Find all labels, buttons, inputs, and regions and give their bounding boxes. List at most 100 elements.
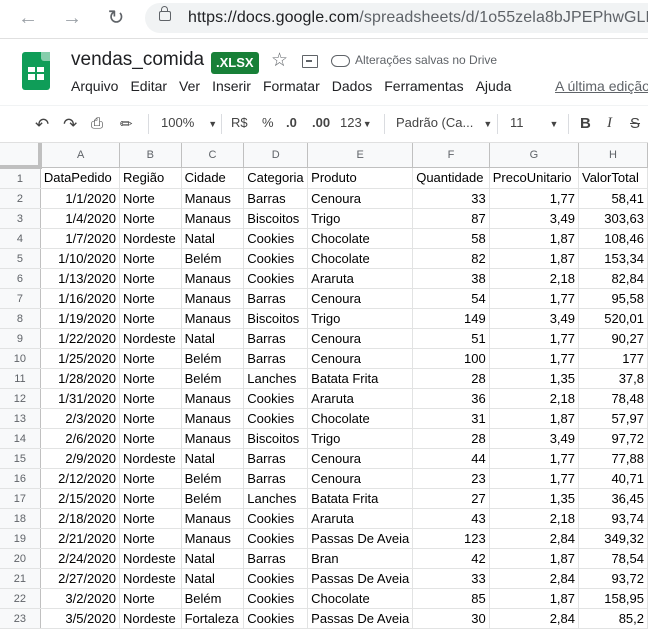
cell[interactable]: 2/27/2020 xyxy=(40,568,120,589)
cell[interactable]: Norte xyxy=(119,368,182,389)
cell[interactable]: Chocolate xyxy=(307,408,414,429)
cell[interactable]: 82 xyxy=(412,248,490,269)
cell[interactable]: Produto xyxy=(307,167,414,189)
cell[interactable]: 303,63 xyxy=(578,208,648,229)
cell[interactable]: 2/3/2020 xyxy=(40,408,120,429)
cell[interactable]: Belém xyxy=(181,368,245,389)
cell[interactable]: Passas De Aveia xyxy=(307,608,414,629)
cell[interactable]: Manaus xyxy=(181,408,245,429)
menu-item-arquivo[interactable]: Arquivo xyxy=(71,78,118,94)
cell[interactable]: Nordeste xyxy=(119,548,182,569)
cell[interactable]: 177 xyxy=(578,348,648,369)
cell[interactable]: Norte xyxy=(119,428,182,449)
cell[interactable]: 82,84 xyxy=(578,268,648,289)
cell[interactable]: 2,18 xyxy=(489,268,580,289)
cell[interactable]: 93,72 xyxy=(578,568,648,589)
menu-item-dados[interactable]: Dados xyxy=(332,78,372,94)
cell[interactable]: Biscoitos xyxy=(243,208,309,229)
cell[interactable]: 520,01 xyxy=(578,308,648,329)
undo-icon[interactable]: ↶ xyxy=(35,115,49,135)
cell[interactable]: 85,2 xyxy=(578,608,648,629)
cell[interactable]: 37,8 xyxy=(578,368,648,389)
sheets-logo-icon[interactable] xyxy=(22,52,50,90)
row-header[interactable]: 20 xyxy=(0,548,41,569)
bold-button[interactable]: B xyxy=(580,115,591,132)
cell[interactable]: 58 xyxy=(412,228,490,249)
cell[interactable]: 2/21/2020 xyxy=(40,528,120,549)
cell[interactable]: Passas De Aveia xyxy=(307,528,414,549)
cell[interactable]: 1/31/2020 xyxy=(40,388,120,409)
cell[interactable]: Norte xyxy=(119,188,182,209)
cell[interactable]: 1/22/2020 xyxy=(40,328,120,349)
row-header[interactable]: 12 xyxy=(0,388,41,409)
cell[interactable]: Barras xyxy=(243,288,309,309)
cell[interactable]: Natal xyxy=(181,448,245,469)
cell[interactable]: 2,84 xyxy=(489,608,580,629)
cell[interactable]: Barras xyxy=(243,328,309,349)
row-header[interactable]: 6 xyxy=(0,268,41,289)
cell[interactable]: Categoria xyxy=(243,167,309,189)
cell[interactable]: Nordeste xyxy=(119,448,182,469)
zoom-select[interactable]: 100% ▼ xyxy=(161,115,217,130)
cell[interactable]: Cenoura xyxy=(307,288,414,309)
cell[interactable]: Barras xyxy=(243,468,309,489)
cell[interactable]: 100 xyxy=(412,348,490,369)
cell[interactable]: Bran xyxy=(307,548,414,569)
percent-format-button[interactable]: % xyxy=(262,115,274,130)
cell[interactable]: Biscoitos xyxy=(243,428,309,449)
cell[interactable]: 2,84 xyxy=(489,568,580,589)
menu-item-ferramentas[interactable]: Ferramentas xyxy=(384,78,463,94)
menu-item-ver[interactable]: Ver xyxy=(179,78,200,94)
cell[interactable]: Natal xyxy=(181,548,245,569)
cell[interactable]: 3,49 xyxy=(489,308,580,329)
cell[interactable]: 97,72 xyxy=(578,428,648,449)
cell[interactable]: Norte xyxy=(119,308,182,329)
more-formats-select[interactable]: 123▼ xyxy=(340,115,372,130)
cell[interactable]: PrecoUnitario xyxy=(489,167,580,189)
cell[interactable]: 1/25/2020 xyxy=(40,348,120,369)
row-header[interactable]: 17 xyxy=(0,488,41,509)
cell[interactable]: 3,49 xyxy=(489,208,580,229)
cell[interactable]: 33 xyxy=(412,568,490,589)
cell[interactable]: Manaus xyxy=(181,308,245,329)
cell[interactable]: 2/15/2020 xyxy=(40,488,120,509)
cell[interactable]: 1,35 xyxy=(489,488,580,509)
row-header[interactable]: 18 xyxy=(0,508,41,529)
cell[interactable]: Nordeste xyxy=(119,568,182,589)
cell[interactable]: Norte xyxy=(119,208,182,229)
cell[interactable]: Belém xyxy=(181,588,245,609)
cell[interactable]: 36 xyxy=(412,388,490,409)
menu-item-formatar[interactable]: Formatar xyxy=(263,78,320,94)
cell[interactable]: Batata Frita xyxy=(307,488,414,509)
cell[interactable]: Barras xyxy=(243,548,309,569)
cell[interactable]: Nordeste xyxy=(119,228,182,249)
row-header[interactable]: 15 xyxy=(0,448,41,469)
cell[interactable]: 2/9/2020 xyxy=(40,448,120,469)
cell[interactable]: 153,34 xyxy=(578,248,648,269)
cell[interactable]: 1/7/2020 xyxy=(40,228,120,249)
row-header[interactable]: 11 xyxy=(0,368,41,389)
cell[interactable]: 1,87 xyxy=(489,548,580,569)
row-header[interactable]: 13 xyxy=(0,408,41,429)
cell[interactable]: Cookies xyxy=(243,608,309,629)
column-header[interactable]: C xyxy=(181,143,245,168)
row-header[interactable]: 21 xyxy=(0,568,41,589)
cell[interactable]: Natal xyxy=(181,328,245,349)
cell[interactable]: 1,87 xyxy=(489,228,580,249)
cell[interactable]: 3/2/2020 xyxy=(40,588,120,609)
row-header[interactable]: 19 xyxy=(0,528,41,549)
cell[interactable]: Chocolate xyxy=(307,588,414,609)
cell[interactable]: 1/19/2020 xyxy=(40,308,120,329)
cell[interactable]: Norte xyxy=(119,288,182,309)
cell[interactable]: Cookies xyxy=(243,228,309,249)
cell[interactable]: Araruta xyxy=(307,508,414,529)
address-bar[interactable]: https://docs.google.com/spreadsheets/d/1… xyxy=(145,3,648,33)
cell[interactable]: Cookies xyxy=(243,408,309,429)
cell[interactable]: Barras xyxy=(243,188,309,209)
forward-arrow-icon[interactable]: → xyxy=(61,8,83,28)
cell[interactable]: Belém xyxy=(181,248,245,269)
cell[interactable]: 1/13/2020 xyxy=(40,268,120,289)
italic-button[interactable]: I xyxy=(607,115,612,132)
cell[interactable]: Norte xyxy=(119,488,182,509)
row-header[interactable]: 10 xyxy=(0,348,41,369)
